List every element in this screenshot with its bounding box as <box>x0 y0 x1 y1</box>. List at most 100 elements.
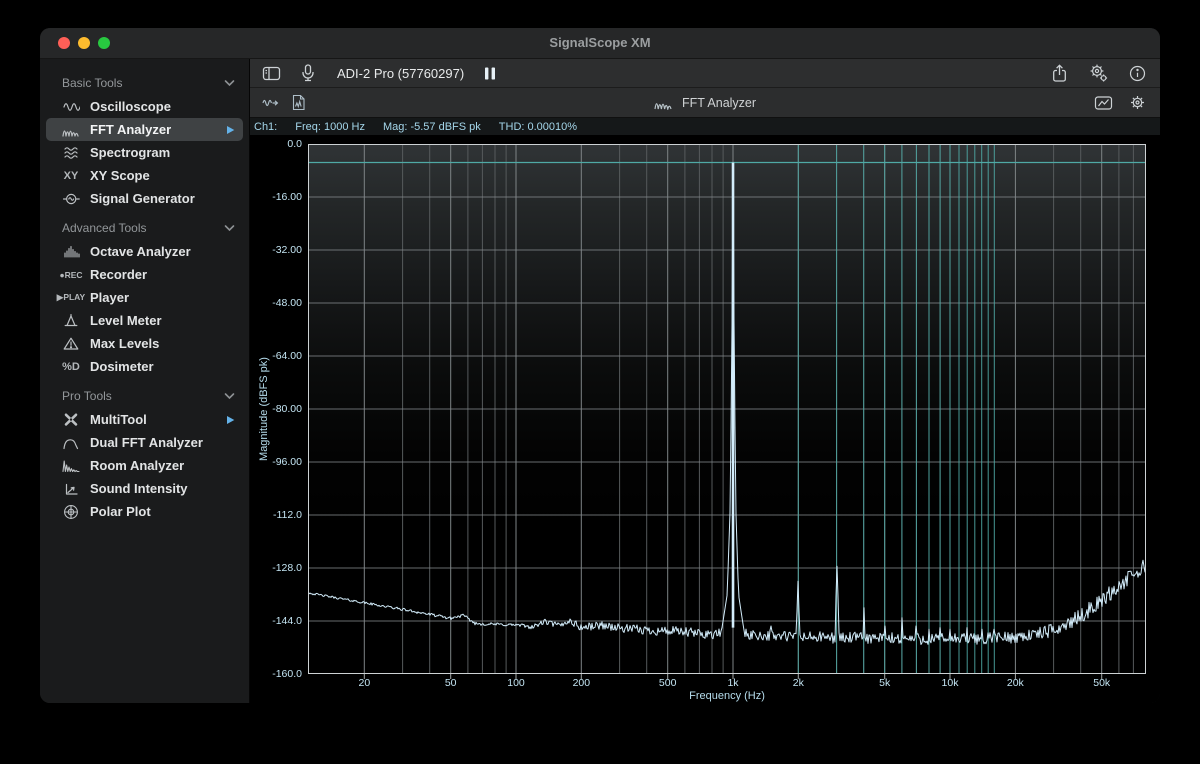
section-title: Pro Tools <box>62 389 224 403</box>
settings-gears-icon[interactable] <box>1089 64 1108 82</box>
signalscope-window: SignalScope XM Basic Tools Oscilloscope FF… <box>40 28 1160 703</box>
section-title: Advanced Tools <box>62 221 224 235</box>
sidebar-item-fft-analyzer[interactable]: FFT Analyzer <box>46 118 243 141</box>
sidebar-item-player[interactable]: ▶PLAYPlayer <box>46 286 243 309</box>
tools-sidebar: Basic Tools Oscilloscope FFT Analyzer Spect… <box>40 59 250 703</box>
dosimeter-icon: %D <box>56 361 86 373</box>
x-tick-label: 10k <box>942 677 959 689</box>
sidebar-item-label: Recorder <box>90 267 243 282</box>
pause-button[interactable] <box>484 67 496 80</box>
chevron-down-icon <box>224 224 235 232</box>
y-tick-label: -48.00 <box>250 297 302 309</box>
multitool-icon <box>56 412 86 427</box>
oscilloscope-icon <box>56 99 86 114</box>
readout-bar: Ch1: Freq: 1000 Hz Mag: -5.57 dBFS pk TH… <box>250 118 1160 136</box>
siggen-icon <box>56 191 86 207</box>
fft-icon <box>56 123 86 137</box>
main-toolbar: ADI-2 Pro (57760297) <box>250 59 1160 88</box>
y-tick-label: 0.0 <box>250 138 302 150</box>
sidebar-item-signal-generator[interactable]: Signal Generator <box>46 187 243 210</box>
chevron-down-icon <box>224 392 235 400</box>
sidebar-item-label: Octave Analyzer <box>90 244 243 259</box>
level-icon <box>56 313 86 328</box>
polar-icon <box>56 504 86 520</box>
sidebar-item-label: Dosimeter <box>90 359 243 374</box>
sidebar-item-label: Oscilloscope <box>90 99 243 114</box>
device-name[interactable]: ADI-2 Pro (57760297) <box>337 66 464 81</box>
tool-title: FFT Analyzer <box>682 96 756 110</box>
desktop: SignalScope XM Basic Tools Oscilloscope FF… <box>0 0 1200 764</box>
sidebar-item-multitool[interactable]: MultiTool <box>46 408 243 431</box>
dualfft-icon <box>56 436 86 450</box>
player-icon: ▶PLAY <box>56 292 86 303</box>
signal-flow-icon[interactable] <box>262 96 279 110</box>
sidebar-item-polar-plot[interactable]: Polar Plot <box>46 500 243 523</box>
sidebar-item-recorder[interactable]: ●RECRecorder <box>46 263 243 286</box>
x-tick-label: 5k <box>879 677 890 689</box>
y-tick-label: -144.0 <box>250 615 302 627</box>
sidebar-item-max-levels[interactable]: Max Levels <box>46 332 243 355</box>
sidebar-item-label: Room Analyzer <box>90 458 243 473</box>
y-tick-label: -32.00 <box>250 244 302 256</box>
y-tick-label: -16.00 <box>250 191 302 203</box>
sidebar-item-room-analyzer[interactable]: Room Analyzer <box>46 454 243 477</box>
sidebar-item-spectrogram[interactable]: Spectrogram <box>46 141 243 164</box>
readout-frequency: Freq: 1000 Hz <box>295 121 365 133</box>
x-tick-label: 20k <box>1007 677 1024 689</box>
x-tick-label: 2k <box>793 677 804 689</box>
fft-plot[interactable] <box>308 144 1146 680</box>
titlebar[interactable]: SignalScope XM <box>40 28 1160 59</box>
intensity-icon <box>56 482 86 496</box>
sidebar-item-label: FFT Analyzer <box>90 122 226 137</box>
input-source-mic-icon[interactable] <box>299 64 317 82</box>
x-tick-label: 200 <box>573 677 591 689</box>
y-tick-label: -112.0 <box>250 509 302 521</box>
sidebar-item-label: Signal Generator <box>90 191 243 206</box>
x-tick-label: 100 <box>507 677 525 689</box>
x-tick-label: 500 <box>659 677 677 689</box>
section-header-basic-tools[interactable]: Basic Tools <box>62 73 235 93</box>
y-tick-label: -80.00 <box>250 403 302 415</box>
x-tick-label: 20 <box>358 677 370 689</box>
x-axis-title: Frequency (Hz) <box>689 690 765 702</box>
toggle-sidebar-icon[interactable] <box>262 65 281 82</box>
y-tick-label: -128.0 <box>250 562 302 574</box>
sidebar-item-dual-fft-analyzer[interactable]: Dual FFT Analyzer <box>46 431 243 454</box>
sidebar-item-label: Level Meter <box>90 313 243 328</box>
sidebar-item-level-meter[interactable]: Level Meter <box>46 309 243 332</box>
x-tick-label: 50k <box>1093 677 1110 689</box>
sidebar-item-oscilloscope[interactable]: Oscilloscope <box>46 95 243 118</box>
spectrum-trace <box>308 166 1146 644</box>
y-tick-label: -64.00 <box>250 350 302 362</box>
sidebar-item-dosimeter[interactable]: %D Dosimeter <box>46 355 243 378</box>
sidebar-item-label: Dual FFT Analyzer <box>90 435 243 450</box>
readout-thd: THD: 0.00010% <box>499 121 577 133</box>
maxlevels-icon <box>56 336 86 351</box>
y-tick-label: -96.00 <box>250 456 302 468</box>
window-title: SignalScope XM <box>40 28 1160 58</box>
xy-scope-icon: XY <box>56 170 86 182</box>
tool-settings-gear-icon[interactable] <box>1129 94 1146 111</box>
section-header-pro-tools[interactable]: Pro Tools <box>62 386 235 406</box>
chevron-down-icon <box>224 79 235 87</box>
sidebar-item-label: MultiTool <box>90 412 226 427</box>
sidebar-item-label: Max Levels <box>90 336 243 351</box>
x-tick-label: 50 <box>445 677 457 689</box>
share-icon[interactable] <box>1051 64 1068 83</box>
trace-options-icon[interactable] <box>1094 95 1113 111</box>
readout-magnitude: Mag: -5.57 dBFS pk <box>383 121 481 133</box>
active-tool-play-icon <box>226 415 235 425</box>
sidebar-item-xy-scope[interactable]: XY XY Scope <box>46 164 243 187</box>
sidebar-item-label: XY Scope <box>90 168 243 183</box>
sidebar-item-sound-intensity[interactable]: Sound Intensity <box>46 477 243 500</box>
section-header-advanced-tools[interactable]: Advanced Tools <box>62 218 235 238</box>
x-tick-label: 1k <box>727 677 738 689</box>
sidebar-item-label: Sound Intensity <box>90 481 243 496</box>
active-tool-play-icon <box>226 125 235 135</box>
info-icon[interactable] <box>1129 65 1146 82</box>
snapshot-document-icon[interactable] <box>291 94 306 111</box>
octave-icon <box>56 244 86 259</box>
spectrogram-icon <box>56 145 86 160</box>
sidebar-item-octave-analyzer[interactable]: Octave Analyzer <box>46 240 243 263</box>
section-title: Basic Tools <box>62 76 224 90</box>
